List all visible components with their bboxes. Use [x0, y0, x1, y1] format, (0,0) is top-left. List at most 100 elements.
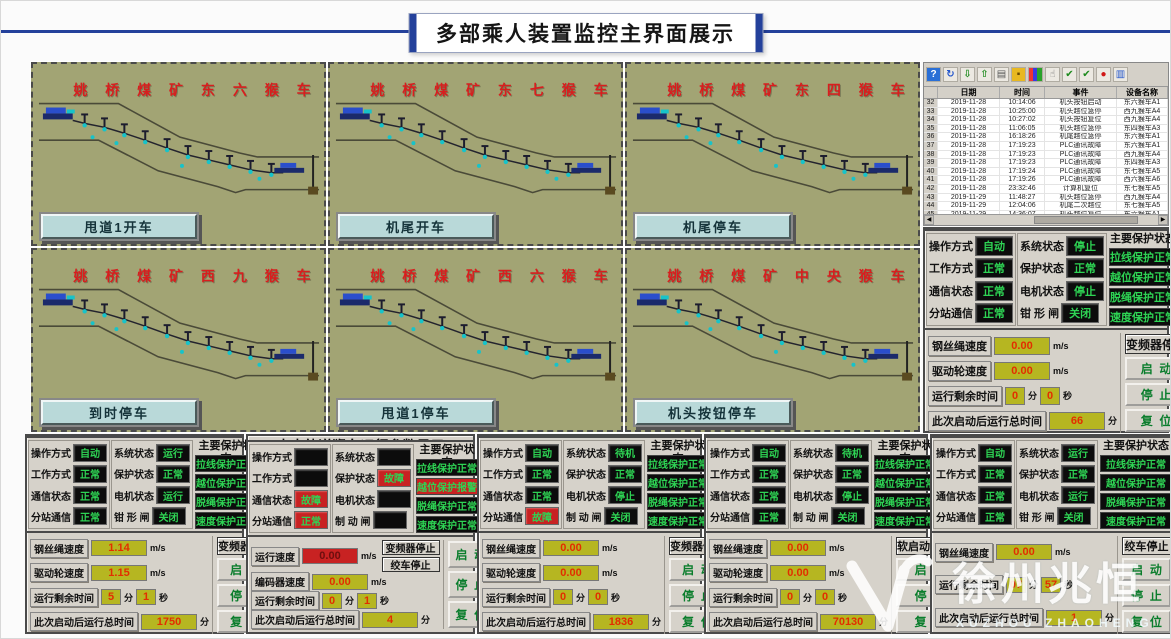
speed-value: 0.00 — [994, 337, 1050, 355]
track-control-button[interactable]: 机尾停车 — [635, 214, 791, 239]
param-status-column: 操作方式自动工作方式正常通信状态正常分站通信故障 — [480, 440, 562, 529]
start-button[interactable]: 启 动 — [1122, 558, 1171, 581]
status-row: 工作方式正常 — [929, 258, 1013, 278]
drive-state-button[interactable]: 绞车停止 — [382, 557, 440, 572]
event-log-header: 日期时间事件设备名称 — [924, 87, 1168, 99]
status-label: 保护状态 — [793, 466, 833, 481]
drive-state-button[interactable]: 变频器停止 — [382, 540, 440, 555]
speed-row: 钢丝绳速度0.00m/s — [709, 539, 888, 558]
status-row: 系统状态 — [335, 448, 411, 466]
table-row[interactable]: 352019-11-2811:06:05机头越位急停东四猴车A3 — [924, 125, 1168, 134]
table-row[interactable]: 372019-11-2817:19:23PLC通讯故障东六猴车A1 — [924, 142, 1168, 151]
status-label: 操作方式 — [31, 445, 71, 460]
table-row[interactable]: 432019-11-2911:48:27机头越位急停西九猴车A4 — [924, 194, 1168, 203]
protection-column: 主要保护状态拉线保护正常越位保护正常脱绳保护正常速度保护正常 — [646, 440, 710, 529]
table-cell-event: PLC通讯故障 — [1045, 151, 1117, 159]
speed-row: 钢丝绳速度0.00m/s — [482, 539, 661, 558]
hand-icon[interactable]: ☝ — [1045, 67, 1060, 82]
table-row[interactable]: 412019-11-2817:19:26PLC通讯故障西六猴车A6 — [924, 176, 1168, 185]
speed-label: 驱动轮速度 — [709, 563, 767, 582]
speed-value: 0.00 — [770, 565, 826, 581]
table-row[interactable]: 332019-11-2810:25:00机头越位急停西九猴车A4 — [924, 108, 1168, 117]
status-value — [377, 490, 411, 508]
table-row[interactable]: 402019-11-2817:19:24PLC通讯故障东七猴车A5 — [924, 168, 1168, 177]
drive-state-button[interactable]: 绞车停止 — [1122, 537, 1171, 555]
param-bottom-area: 钢丝绳速度0.00m/s运行剩余时间07分57秒此次启动后运行总时间1分绞车停止… — [932, 533, 1171, 637]
start-button[interactable]: 启 动 — [1125, 357, 1171, 380]
track-control-button[interactable]: 机尾开车 — [338, 214, 494, 239]
protection-status: 越位保护正常 — [1100, 474, 1171, 491]
param-panel: 东七猴车运行参数显示操作方式自动工作方式正常通信状态正常分站通信正常系统状态运行… — [930, 434, 1171, 634]
track-panel-title: 姚 桥 煤 矿 东 七 猴 车 — [370, 80, 615, 100]
scroll-right-icon[interactable]: ▶ — [1158, 215, 1168, 225]
stop-button[interactable]: 停 止 — [1122, 584, 1171, 607]
table-row[interactable]: 342019-11-2810:27:02机头按钮复位西九猴车A4 — [924, 116, 1168, 125]
scroll-left-icon[interactable]: ◀ — [924, 215, 934, 225]
table-cell-time: 17:19:24 — [1000, 168, 1045, 176]
copy-icon[interactable]: ▤ — [994, 67, 1009, 82]
table-cell-device: 西九猴车A4 — [1117, 108, 1168, 116]
table-cell-event: 机尾二次越位 — [1045, 202, 1117, 210]
total-time-value: 1836 — [593, 614, 649, 630]
lock-icon[interactable]: ▪ — [1011, 67, 1026, 82]
screen: 多部乘人装置监控主界面展示 姚 桥 煤 矿 东 六 猴 车甩道1开车姚 桥 煤 … — [0, 0, 1171, 639]
track-control-button[interactable]: 甩道1开车 — [41, 214, 197, 239]
param-panel: 西六猴车运行参数显示操作方式自动工作方式正常通信状态正常分站通信正常系统状态停止… — [923, 227, 1169, 433]
total-time-row: 此次启动后运行总时间1分 — [935, 608, 1114, 627]
status-label: 操作方式 — [483, 445, 523, 460]
table-row[interactable]: 422019-11-2823:32:46计算机复位东七猴车A5 — [924, 185, 1168, 194]
status-value: 待机 — [608, 444, 642, 462]
confirm-icon[interactable]: ✔ — [1062, 67, 1077, 82]
table-row[interactable]: 392019-11-2817:19:23PLC通讯故障东四猴车A3 — [924, 159, 1168, 168]
param-status-area: 操作方式自动工作方式正常通信状态正常分站通信正常系统状态停止保护状态正常电机状态… — [925, 231, 1167, 330]
refresh-icon[interactable]: ↻ — [943, 67, 958, 82]
status-row: 通信状态正常 — [929, 281, 1013, 301]
estop-icon[interactable]: ● — [1096, 67, 1111, 82]
table-row[interactable]: 382019-11-2817:19:23PLC通讯故障西九猴车A4 — [924, 151, 1168, 160]
status-value: 正常 — [752, 507, 786, 525]
total-time-unit: 分 — [1108, 414, 1117, 427]
stop-button[interactable]: 停 止 — [1125, 383, 1171, 406]
reset-button[interactable]: 复 位 — [1125, 409, 1171, 432]
speed-value: 0.00 — [543, 565, 599, 581]
table-row[interactable]: 442019-11-2912:04:06机尾二次越位东七猴车A5 — [924, 202, 1168, 211]
status-row: 操作方式自动 — [710, 444, 786, 462]
status-row: 工作方式 — [252, 469, 328, 487]
reset-button[interactable]: 复 位 — [1122, 610, 1171, 633]
status-value: 正常 — [73, 486, 107, 504]
export-icon[interactable]: ⇧ — [977, 67, 992, 82]
status-label: 操作方式 — [929, 238, 973, 254]
speed-unit: m/s — [829, 543, 845, 553]
import-icon[interactable]: ⇩ — [960, 67, 975, 82]
column-header: 时间 — [1000, 87, 1045, 98]
status-value: 自动 — [978, 444, 1012, 462]
table-cell-time: 10:27:02 — [1000, 116, 1045, 124]
param-status-column: 操作方式工作方式通信状态故障分站通信正常 — [249, 444, 331, 533]
track-control-button[interactable]: 机头按钮停车 — [635, 400, 791, 425]
table-cell-device: 东六猴车A1 — [1117, 99, 1168, 107]
table-cell-device: 西九猴车A4 — [1117, 116, 1168, 124]
status-label: 电机状态 — [566, 488, 606, 503]
param-bottom-area: 运行速度0.00m/s变频器停止绞车停止编码器速度0.00m/s运行剩余时间0分… — [248, 537, 473, 632]
chart-icon[interactable] — [1028, 67, 1043, 82]
status-row: 分站通信正常 — [31, 507, 107, 525]
help-icon[interactable]: ? — [926, 67, 941, 82]
track-panel: 姚 桥 煤 矿 中 央 猴 车机头按钮停车 — [625, 248, 920, 432]
total-time-label: 此次启动后运行总时间 — [935, 608, 1043, 627]
track-control-button[interactable]: 甩道1停车 — [338, 400, 494, 425]
accept-icon[interactable]: ✔ — [1079, 67, 1094, 82]
status-value: 正常 — [1061, 465, 1095, 483]
report-icon[interactable]: ▥ — [1113, 67, 1128, 82]
status-label: 操作方式 — [710, 445, 750, 460]
table-cell-date: 2019-11-28 — [938, 108, 1000, 116]
table-row[interactable]: 322019-11-2810:14:06机头按钮启动东六猴车A1 — [924, 99, 1168, 108]
track-control-button[interactable]: 到时停车 — [41, 400, 197, 425]
status-value: 运行 — [156, 444, 190, 462]
status-value: 正常 — [608, 465, 642, 483]
table-cell-event: 机头按钮复位 — [1045, 116, 1117, 124]
drive-state-button[interactable]: 变频器停止 — [1125, 334, 1171, 354]
event-log-hscrollbar[interactable]: ◀ ▶ — [924, 214, 1168, 225]
scroll-thumb[interactable] — [1034, 216, 1138, 224]
table-cell-no: 34 — [924, 116, 938, 124]
table-row[interactable]: 362019-11-2816:18:26机尾越位急停东六猴车A1 — [924, 133, 1168, 142]
